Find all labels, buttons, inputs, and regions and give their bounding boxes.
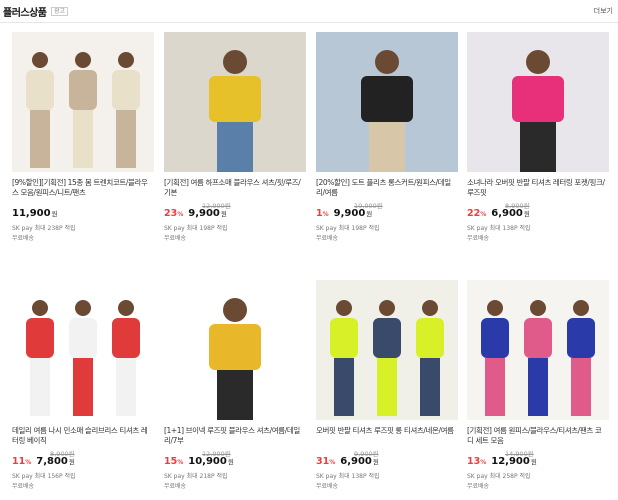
shipping-info: 무료배송 — [164, 235, 187, 242]
currency: 원 — [68, 458, 75, 466]
currency: 원 — [523, 210, 530, 218]
pay-benefit: SK pay 최대 258P 적립 — [467, 473, 531, 480]
sale-price: 9,900원 — [188, 208, 227, 219]
ad-badge[interactable]: 광고 — [51, 7, 69, 16]
currency: 원 — [366, 210, 373, 218]
product-image[interactable] — [164, 32, 306, 172]
sale-price: 7,800원 — [36, 456, 75, 467]
shipping-info: 무료배송 — [12, 235, 35, 242]
discount-rate: 23% — [164, 208, 184, 219]
discount-unit: % — [177, 459, 184, 466]
discount-unit: % — [177, 211, 184, 218]
discount-unit: % — [25, 459, 32, 466]
shipping-info: 무료배송 — [316, 483, 339, 490]
price-line: 11,900원 — [12, 208, 58, 219]
product-card[interactable]: 오버핏 반팔 티셔츠 루즈핏 롱 티셔츠/네온/여름 9,900원 31% 6,900… — [316, 280, 458, 490]
product-photo — [467, 280, 609, 420]
shipping-info: 무료배송 — [12, 483, 35, 490]
discount-rate: 22% — [467, 208, 487, 219]
product-image[interactable] — [467, 32, 609, 172]
product-image[interactable] — [12, 32, 154, 172]
product-image[interactable] — [12, 280, 154, 420]
shipping-info: 무료배송 — [164, 483, 187, 490]
discount-rate: 31% — [316, 456, 336, 467]
product-card[interactable]: [기획전] 여름 하프소매 블라우스 셔츠/핏/루즈/기본 12,900원 23% 9… — [164, 32, 306, 242]
product-name[interactable]: [1+1] 브이넥 루즈핏 블라우스 셔츠/여름/데일리/7부 — [164, 426, 304, 446]
price-line: 22% 6,900원 — [467, 208, 530, 219]
section-header: 플러스상품 광고 더보기 — [0, 0, 618, 23]
sale-price: 10,900원 — [188, 456, 234, 467]
product-name[interactable]: 오버핏 반팔 티셔츠 루즈핏 롱 티셔츠/네온/여름 — [316, 426, 456, 446]
product-card[interactable]: 소녀나라 오버핏 반팔 티셔츠 레터링 포켓/핑크/루즈핏 8,900원 22% 6,… — [467, 32, 609, 242]
sale-price: 6,900원 — [491, 208, 530, 219]
product-card[interactable]: [1+1] 브이넥 루즈핏 블라우스 셔츠/여름/데일리/7부 12,900원 15… — [164, 280, 306, 490]
product-photo — [12, 32, 154, 172]
price-line: 1% 9,900원 — [316, 208, 372, 219]
product-name[interactable]: [9%할인][기획전] 15종 봄 트렌치코트/블라우스 모음/원피스/니트/팬… — [12, 178, 152, 198]
sale-price: 12,900원 — [491, 456, 537, 467]
price-line: 15% 10,900원 — [164, 456, 234, 467]
product-card[interactable]: 데일리 여름 나시 민소매 슬리브리스 티셔츠 레터링 베이직 8,900원 11%… — [12, 280, 154, 490]
price-line: 13% 12,900원 — [467, 456, 537, 467]
product-photo — [316, 280, 458, 420]
shipping-info: 무료배송 — [316, 235, 339, 242]
product-name[interactable]: 소녀나라 오버핏 반팔 티셔츠 레터링 포켓/핑크/루즈핏 — [467, 178, 607, 198]
product-name[interactable]: [기획전] 여름 하프소매 블라우스 셔츠/핏/루즈/기본 — [164, 178, 304, 198]
discount-rate: 13% — [467, 456, 487, 467]
product-card[interactable]: [기획전] 여름 원피스/블라우스/티셔츠/팬츠 코디 세트 모음 14,900원… — [467, 280, 609, 490]
price-line: 23% 9,900원 — [164, 208, 227, 219]
sale-price: 6,900원 — [340, 456, 379, 467]
currency: 원 — [372, 458, 379, 466]
product-photo — [316, 32, 458, 172]
pay-benefit: SK pay 최대 156P 적립 — [12, 473, 76, 480]
pay-benefit: SK pay 최대 198P 적립 — [164, 225, 228, 232]
product-photo — [164, 32, 306, 172]
currency: 원 — [220, 210, 227, 218]
shipping-info: 무료배송 — [467, 483, 490, 490]
discount-unit: % — [480, 459, 487, 466]
currency: 원 — [530, 458, 537, 466]
discount-rate: 15% — [164, 456, 184, 467]
product-image[interactable] — [164, 280, 306, 420]
currency: 원 — [227, 458, 234, 466]
section-title: 플러스상품 — [3, 8, 47, 19]
discount-rate: 11% — [12, 456, 32, 467]
discount-unit: % — [480, 211, 487, 218]
discount-rate: 1% — [316, 208, 329, 219]
price-line: 31% 6,900원 — [316, 456, 379, 467]
product-image[interactable] — [467, 280, 609, 420]
product-card[interactable]: [9%할인][기획전] 15종 봄 트렌치코트/블라우스 모음/원피스/니트/팬… — [12, 32, 154, 242]
product-image[interactable] — [316, 280, 458, 420]
product-name[interactable]: [20%할인] 도트 플리츠 롱스커트/원피스/데일리/여름 — [316, 178, 456, 198]
pay-benefit: SK pay 최대 138P 적립 — [316, 473, 380, 480]
shipping-info: 무료배송 — [467, 235, 490, 242]
sale-price: 9,900원 — [333, 208, 373, 219]
pay-benefit: SK pay 최대 198P 적립 — [316, 225, 380, 232]
discount-unit: % — [322, 211, 329, 218]
price-line: 11% 7,800원 — [12, 456, 75, 467]
currency: 원 — [51, 210, 58, 218]
product-photo — [12, 280, 154, 420]
pay-benefit: SK pay 최대 218P 적립 — [164, 473, 228, 480]
product-card[interactable]: [20%할인] 도트 플리츠 롱스커트/원피스/데일리/여름 10,000원 1% 9… — [316, 32, 458, 242]
product-name[interactable]: [기획전] 여름 원피스/블라우스/티셔츠/팬츠 코디 세트 모음 — [467, 426, 607, 446]
product-name[interactable]: 데일리 여름 나시 민소매 슬리브리스 티셔츠 레터링 베이직 — [12, 426, 152, 446]
pay-benefit: SK pay 최대 138P 적립 — [467, 225, 531, 232]
discount-unit: % — [329, 459, 336, 466]
product-image[interactable] — [316, 32, 458, 172]
pay-benefit: SK pay 최대 238P 적립 — [12, 225, 76, 232]
sale-price: 11,900원 — [12, 208, 58, 219]
product-photo — [164, 280, 306, 420]
more-link[interactable]: 더보기 — [594, 6, 613, 16]
product-photo — [467, 32, 609, 172]
